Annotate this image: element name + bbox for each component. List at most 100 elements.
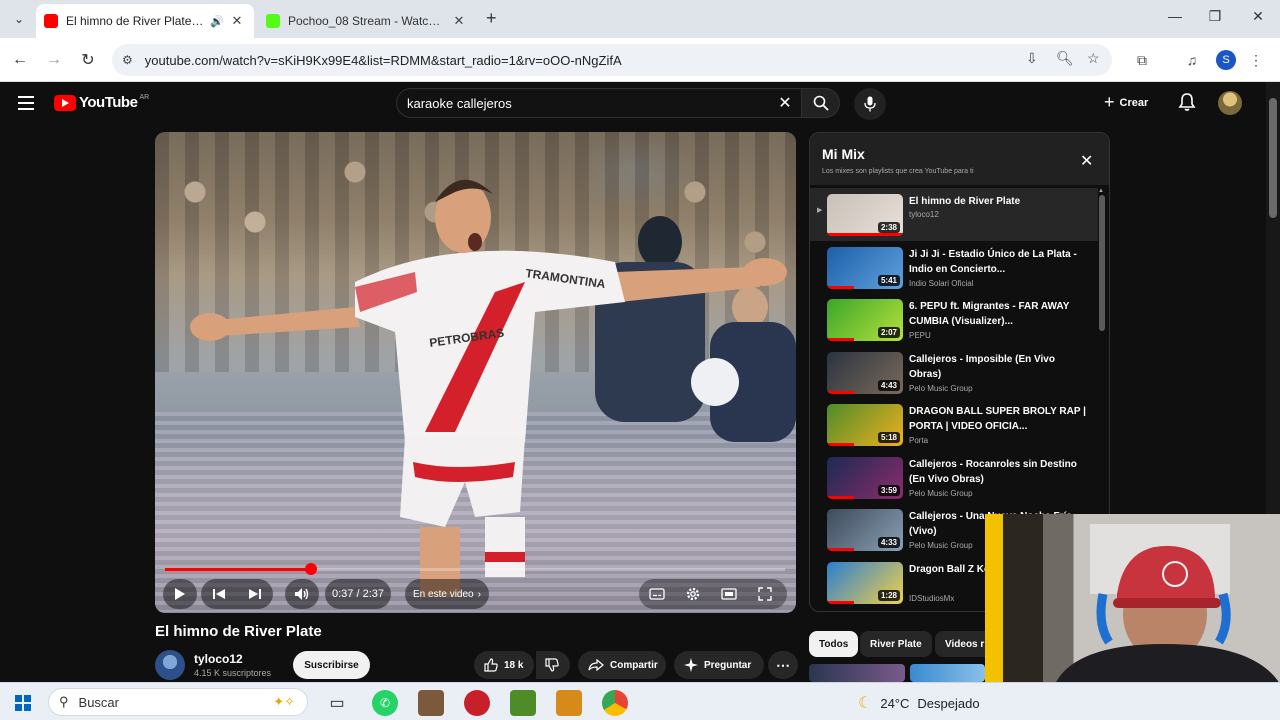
chip-todos[interactable]: Todos — [809, 631, 859, 657]
taskbar-search-input[interactable]: ⚲ Buscar ✦✧ — [48, 688, 308, 716]
subtitles-button[interactable] — [639, 579, 675, 609]
tab-title: Pochoo_08 Stream - Watch Live — [288, 14, 446, 28]
media-control-icon[interactable]: ♫ — [1180, 48, 1204, 72]
thumbs-down-icon — [545, 658, 559, 672]
forward-arrow-icon[interactable]: → — [42, 48, 66, 72]
mix-thumbnail[interactable]: 3:59 — [827, 456, 903, 499]
channel-avatar[interactable] — [155, 650, 185, 680]
windows-start-icon[interactable] — [10, 690, 36, 716]
speaker-icon[interactable]: 🔊 — [210, 15, 224, 28]
mix-list-item[interactable]: 5:41 Ji Ji Ji - Estadio Único de La Plata… — [810, 241, 1098, 294]
create-button[interactable]: + Crear — [1104, 92, 1148, 113]
mix-thumbnail[interactable]: 4:43 — [827, 351, 903, 394]
app-icon[interactable] — [464, 690, 490, 716]
chrome-icon[interactable] — [602, 690, 628, 716]
duration-badge: 1:28 — [877, 589, 900, 601]
minimize-icon[interactable]: — — [1160, 8, 1190, 24]
mix-list-item[interactable]: 2:07 6. PEPU ft. Migrantes - FAR AWAY CUM… — [810, 293, 1098, 346]
subscribe-button[interactable]: Suscribirse — [293, 651, 370, 679]
profile-avatar[interactable]: S — [1216, 50, 1236, 70]
mix-list-item[interactable]: 4:43 Callejeros - Imposible (En Vivo Obra… — [810, 346, 1098, 399]
scroll-up-icon[interactable]: ▲ — [1098, 188, 1104, 194]
windows-taskbar: ⚲ Buscar ✦✧ ▭ ✆ ☾ 24°C Despejado — [0, 682, 1280, 720]
youtube-header: YouTube AR karaoke callejeros ✕ + Crear — [0, 82, 1264, 126]
mix-thumbnail[interactable]: 5:18 — [827, 404, 903, 446]
youtube-logo[interactable]: YouTube AR — [54, 94, 149, 111]
search-input[interactable]: karaoke callejeros ✕ — [396, 88, 802, 118]
tab-close-icon[interactable]: ✕ — [450, 13, 468, 29]
voice-search-button[interactable] — [854, 88, 886, 120]
tab-search-dropdown-icon[interactable]: ⌄ — [6, 6, 32, 32]
mix-list-item[interactable]: 5:18 DRAGON BALL SUPER BROLY RAP | PORTA … — [810, 398, 1098, 451]
channel-name[interactable]: tyloco12 — [194, 652, 243, 666]
mix-list-item[interactable]: 3:59 Callejeros - Rocanroles sin Destino … — [810, 451, 1098, 504]
chip-river-plate[interactable]: River Plate — [860, 631, 932, 657]
back-arrow-icon[interactable]: ← — [8, 48, 32, 72]
account-avatar[interactable] — [1218, 91, 1242, 115]
close-icon[interactable]: ✕ — [1080, 151, 1093, 171]
clear-search-icon[interactable]: ✕ — [773, 93, 797, 113]
install-app-icon[interactable]: ⇩ — [1026, 50, 1038, 67]
window-close-icon[interactable]: ✕ — [1243, 8, 1273, 25]
settings-button[interactable] — [675, 579, 711, 609]
duration-badge: 4:43 — [877, 379, 900, 391]
mix-list-item[interactable]: ▶ 2:38 El himno de River Plate tyloco12 — [810, 188, 1098, 241]
more-menu-icon[interactable]: ⋮ — [1244, 48, 1268, 72]
progress-bar[interactable] — [165, 563, 785, 575]
video-player[interactable]: TRAMONTINA PETROBRAS 0:37 / 2:37 En este… — [155, 132, 796, 613]
mix-thumbnail[interactable]: 2:38 — [827, 194, 903, 236]
tab-youtube[interactable]: El himno de River Plate - Yo 🔊 ✕ — [36, 4, 254, 38]
temperature: 24°C — [880, 695, 910, 711]
whatsapp-icon[interactable]: ✆ — [372, 690, 398, 716]
recommended-thumbnail[interactable] — [910, 664, 985, 682]
theater-mode-button[interactable] — [711, 579, 747, 609]
browser-tab-strip: ⌄ El himno de River Plate - Yo 🔊 ✕ Pocho… — [0, 0, 1280, 38]
volume-button[interactable] — [285, 579, 319, 609]
webcam-overlay — [985, 514, 1280, 684]
minecraft-icon[interactable] — [510, 690, 536, 716]
search-button[interactable] — [802, 88, 840, 118]
ask-button[interactable]: Preguntar — [674, 651, 764, 679]
fullscreen-button[interactable] — [747, 579, 783, 609]
address-bar[interactable]: ⚙ youtube.com/watch?v=sKiH9Kx99E4&list=R… — [112, 44, 1112, 76]
play-icon — [175, 588, 185, 600]
app-icon[interactable] — [556, 690, 582, 716]
bookmark-star-icon[interactable]: ☆ — [1087, 50, 1100, 67]
app-icon[interactable] — [418, 690, 444, 716]
tab-close-icon[interactable]: ✕ — [228, 13, 246, 29]
mix-thumbnail[interactable]: 5:41 — [827, 246, 903, 289]
share-button[interactable]: Compartir — [578, 651, 666, 679]
mix-item-title: El himno de River Plate — [909, 196, 1021, 207]
next-button[interactable] — [237, 579, 273, 609]
previous-button[interactable] — [201, 579, 237, 609]
region-code: AR — [139, 94, 150, 101]
mix-thumbnail[interactable]: 4:33 — [827, 509, 903, 551]
dislike-button[interactable] — [536, 651, 570, 679]
task-view-icon[interactable]: ▭ — [324, 690, 350, 716]
mix-scrollbar[interactable] — [1099, 195, 1105, 331]
search-query: karaoke callejeros — [407, 95, 512, 111]
play-button[interactable] — [163, 579, 197, 609]
mix-subtitle: Los mixes son playlists que crea YouTube… — [822, 168, 974, 175]
weather-widget[interactable]: ☾ 24°C Despejado — [858, 693, 980, 713]
restore-icon[interactable]: ❐ — [1200, 8, 1230, 25]
more-actions-button[interactable]: ⋯ — [768, 651, 798, 679]
mix-item-title: DRAGON BALL SUPER BROLY RAP | PORTA | VI… — [909, 406, 1086, 432]
reload-icon[interactable]: ↻ — [76, 48, 100, 72]
page-scroll-thumb[interactable] — [1269, 98, 1277, 218]
notifications-bell-icon[interactable] — [1178, 92, 1196, 117]
like-button[interactable]: 18 k — [474, 651, 534, 679]
watched-progress-bar — [827, 233, 903, 236]
menu-icon[interactable] — [18, 96, 34, 110]
tab-kick-stream[interactable]: Pochoo_08 Stream - Watch Live ✕ — [258, 4, 476, 38]
extensions-icon[interactable]: ⧉ — [1130, 48, 1154, 72]
recommended-thumbnail[interactable] — [809, 664, 905, 682]
watched-progress-bar — [827, 600, 854, 604]
new-tab-icon[interactable]: + — [486, 8, 497, 29]
site-info-icon[interactable]: ⚙ — [122, 53, 133, 67]
zoom-icon[interactable]: 🔍︎ — [1056, 50, 1074, 67]
mix-thumbnail[interactable]: 1:28 — [827, 561, 903, 604]
progress-scrubber[interactable] — [304, 563, 317, 575]
mix-thumbnail[interactable]: 2:07 — [827, 299, 903, 341]
chapters-button[interactable]: En este video › — [405, 579, 489, 609]
